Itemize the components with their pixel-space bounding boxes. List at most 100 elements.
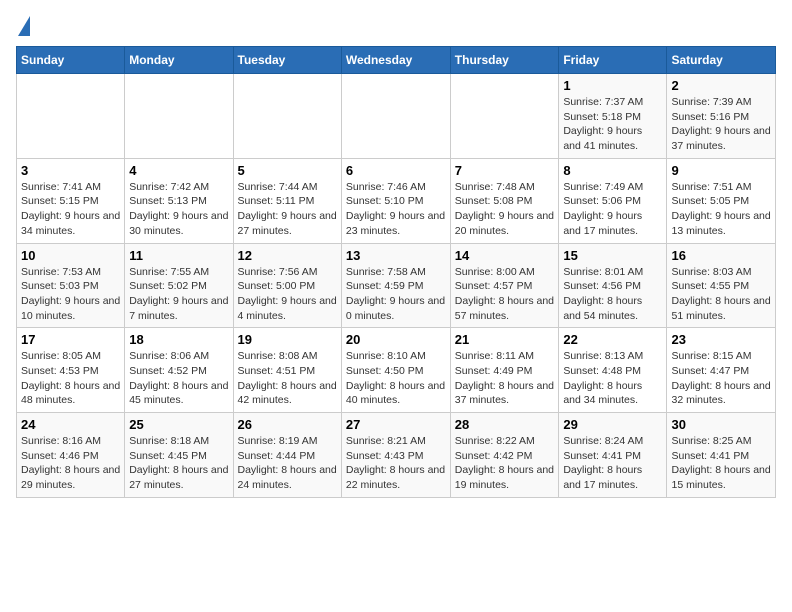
calendar-cell: 21 Sunrise: 8:11 AM Sunset: 4:49 PM Dayli… xyxy=(450,328,559,413)
calendar-cell: 5 Sunrise: 7:44 AM Sunset: 5:11 PM Daylig… xyxy=(233,158,341,243)
day-info: Sunrise: 8:24 AM Sunset: 4:41 PM Dayligh… xyxy=(563,434,662,493)
calendar-cell: 17 Sunrise: 8:05 AM Sunset: 4:53 PM Dayli… xyxy=(17,328,125,413)
calendar-cell: 4 Sunrise: 7:42 AM Sunset: 5:13 PM Daylig… xyxy=(125,158,233,243)
day-number: 8 xyxy=(563,163,662,178)
day-number: 9 xyxy=(671,163,771,178)
calendar-cell: 26 Sunrise: 8:19 AM Sunset: 4:44 PM Dayli… xyxy=(233,413,341,498)
weekday-header: Friday xyxy=(559,47,667,74)
day-info: Sunrise: 8:10 AM Sunset: 4:50 PM Dayligh… xyxy=(346,349,446,408)
day-number: 16 xyxy=(671,248,771,263)
day-info: Sunrise: 8:06 AM Sunset: 4:52 PM Dayligh… xyxy=(129,349,228,408)
calendar-week-row: 24 Sunrise: 8:16 AM Sunset: 4:46 PM Dayli… xyxy=(17,413,776,498)
day-number: 19 xyxy=(238,332,337,347)
calendar-week-row: 1Sunrise: 7:37 AM Sunset: 5:18 PM Daylig… xyxy=(17,74,776,159)
day-number: 20 xyxy=(346,332,446,347)
calendar-cell: 6Sunrise: 7:46 AM Sunset: 5:10 PM Daylig… xyxy=(341,158,450,243)
day-number: 15 xyxy=(563,248,662,263)
day-info: Sunrise: 7:44 AM Sunset: 5:11 PM Dayligh… xyxy=(238,180,337,239)
day-info: Sunrise: 7:58 AM Sunset: 4:59 PM Dayligh… xyxy=(346,265,446,324)
page-header xyxy=(16,16,776,36)
day-info: Sunrise: 7:53 AM Sunset: 5:03 PM Dayligh… xyxy=(21,265,120,324)
calendar-table: SundayMondayTuesdayWednesdayThursdayFrid… xyxy=(16,46,776,498)
weekday-header: Wednesday xyxy=(341,47,450,74)
day-number: 4 xyxy=(129,163,228,178)
calendar-cell: 14 Sunrise: 8:00 AM Sunset: 4:57 PM Dayli… xyxy=(450,243,559,328)
day-info: Sunrise: 7:51 AM Sunset: 5:05 PM Dayligh… xyxy=(671,180,771,239)
day-info: Sunrise: 8:18 AM Sunset: 4:45 PM Dayligh… xyxy=(129,434,228,493)
day-number: 5 xyxy=(238,163,337,178)
day-number: 25 xyxy=(129,417,228,432)
day-number: 29 xyxy=(563,417,662,432)
weekday-header: Saturday xyxy=(667,47,776,74)
calendar-cell: 9 Sunrise: 7:51 AM Sunset: 5:05 PM Daylig… xyxy=(667,158,776,243)
day-info: Sunrise: 8:00 AM Sunset: 4:57 PM Dayligh… xyxy=(455,265,555,324)
day-number: 10 xyxy=(21,248,120,263)
day-info: Sunrise: 7:41 AM Sunset: 5:15 PM Dayligh… xyxy=(21,180,120,239)
calendar-cell: 20 Sunrise: 8:10 AM Sunset: 4:50 PM Dayli… xyxy=(341,328,450,413)
day-info: Sunrise: 8:11 AM Sunset: 4:49 PM Dayligh… xyxy=(455,349,555,408)
day-info: Sunrise: 8:08 AM Sunset: 4:51 PM Dayligh… xyxy=(238,349,337,408)
logo xyxy=(16,16,30,36)
weekday-header: Thursday xyxy=(450,47,559,74)
calendar-cell: 1Sunrise: 7:37 AM Sunset: 5:18 PM Daylig… xyxy=(559,74,667,159)
calendar-cell xyxy=(125,74,233,159)
day-number: 28 xyxy=(455,417,555,432)
calendar-cell xyxy=(17,74,125,159)
calendar-cell: 13 Sunrise: 7:58 AM Sunset: 4:59 PM Dayli… xyxy=(341,243,450,328)
day-info: Sunrise: 7:55 AM Sunset: 5:02 PM Dayligh… xyxy=(129,265,228,324)
day-info: Sunrise: 8:05 AM Sunset: 4:53 PM Dayligh… xyxy=(21,349,120,408)
day-number: 12 xyxy=(238,248,337,263)
calendar-cell: 15 Sunrise: 8:01 AM Sunset: 4:56 PM Dayli… xyxy=(559,243,667,328)
day-number: 30 xyxy=(671,417,771,432)
calendar-week-row: 3 Sunrise: 7:41 AM Sunset: 5:15 PM Daylig… xyxy=(17,158,776,243)
day-number: 14 xyxy=(455,248,555,263)
day-info: Sunrise: 8:22 AM Sunset: 4:42 PM Dayligh… xyxy=(455,434,555,493)
calendar-cell: 8 Sunrise: 7:49 AM Sunset: 5:06 PM Daylig… xyxy=(559,158,667,243)
day-number: 24 xyxy=(21,417,120,432)
weekday-header: Sunday xyxy=(17,47,125,74)
day-number: 1 xyxy=(563,78,662,93)
day-info: Sunrise: 7:56 AM Sunset: 5:00 PM Dayligh… xyxy=(238,265,337,324)
day-info: Sunrise: 7:49 AM Sunset: 5:06 PM Dayligh… xyxy=(563,180,662,239)
calendar-cell: 10 Sunrise: 7:53 AM Sunset: 5:03 PM Dayli… xyxy=(17,243,125,328)
day-number: 3 xyxy=(21,163,120,178)
day-info: Sunrise: 8:19 AM Sunset: 4:44 PM Dayligh… xyxy=(238,434,337,493)
calendar-cell: 27Sunrise: 8:21 AM Sunset: 4:43 PM Dayli… xyxy=(341,413,450,498)
logo-triangle-icon xyxy=(18,16,30,36)
calendar-cell: 7 Sunrise: 7:48 AM Sunset: 5:08 PM Daylig… xyxy=(450,158,559,243)
calendar-week-row: 17 Sunrise: 8:05 AM Sunset: 4:53 PM Dayli… xyxy=(17,328,776,413)
calendar-cell: 29 Sunrise: 8:24 AM Sunset: 4:41 PM Dayli… xyxy=(559,413,667,498)
day-info: Sunrise: 7:48 AM Sunset: 5:08 PM Dayligh… xyxy=(455,180,555,239)
day-number: 18 xyxy=(129,332,228,347)
calendar-cell: 24 Sunrise: 8:16 AM Sunset: 4:46 PM Dayli… xyxy=(17,413,125,498)
calendar-cell xyxy=(450,74,559,159)
day-info: Sunrise: 8:01 AM Sunset: 4:56 PM Dayligh… xyxy=(563,265,662,324)
weekday-header: Monday xyxy=(125,47,233,74)
day-number: 11 xyxy=(129,248,228,263)
day-number: 23 xyxy=(671,332,771,347)
calendar-cell: 12 Sunrise: 7:56 AM Sunset: 5:00 PM Dayli… xyxy=(233,243,341,328)
day-info: Sunrise: 8:25 AM Sunset: 4:41 PM Dayligh… xyxy=(671,434,771,493)
day-info: Sunrise: 8:16 AM Sunset: 4:46 PM Dayligh… xyxy=(21,434,120,493)
calendar-cell: 18 Sunrise: 8:06 AM Sunset: 4:52 PM Dayli… xyxy=(125,328,233,413)
calendar-cell: 3 Sunrise: 7:41 AM Sunset: 5:15 PM Daylig… xyxy=(17,158,125,243)
calendar-week-row: 10 Sunrise: 7:53 AM Sunset: 5:03 PM Dayli… xyxy=(17,243,776,328)
day-number: 26 xyxy=(238,417,337,432)
calendar-cell xyxy=(341,74,450,159)
day-info: Sunrise: 7:39 AM Sunset: 5:16 PM Dayligh… xyxy=(671,95,771,154)
day-number: 6 xyxy=(346,163,446,178)
calendar-cell: 30 Sunrise: 8:25 AM Sunset: 4:41 PM Dayli… xyxy=(667,413,776,498)
day-info: Sunrise: 8:15 AM Sunset: 4:47 PM Dayligh… xyxy=(671,349,771,408)
day-number: 27 xyxy=(346,417,446,432)
calendar-cell: 2Sunrise: 7:39 AM Sunset: 5:16 PM Daylig… xyxy=(667,74,776,159)
day-number: 13 xyxy=(346,248,446,263)
day-info: Sunrise: 7:42 AM Sunset: 5:13 PM Dayligh… xyxy=(129,180,228,239)
calendar-cell: 25 Sunrise: 8:18 AM Sunset: 4:45 PM Dayli… xyxy=(125,413,233,498)
calendar-cell: 22Sunrise: 8:13 AM Sunset: 4:48 PM Dayli… xyxy=(559,328,667,413)
day-number: 7 xyxy=(455,163,555,178)
day-number: 17 xyxy=(21,332,120,347)
day-number: 21 xyxy=(455,332,555,347)
calendar-cell: 19 Sunrise: 8:08 AM Sunset: 4:51 PM Dayli… xyxy=(233,328,341,413)
calendar-cell: 16Sunrise: 8:03 AM Sunset: 4:55 PM Dayli… xyxy=(667,243,776,328)
calendar-cell xyxy=(233,74,341,159)
